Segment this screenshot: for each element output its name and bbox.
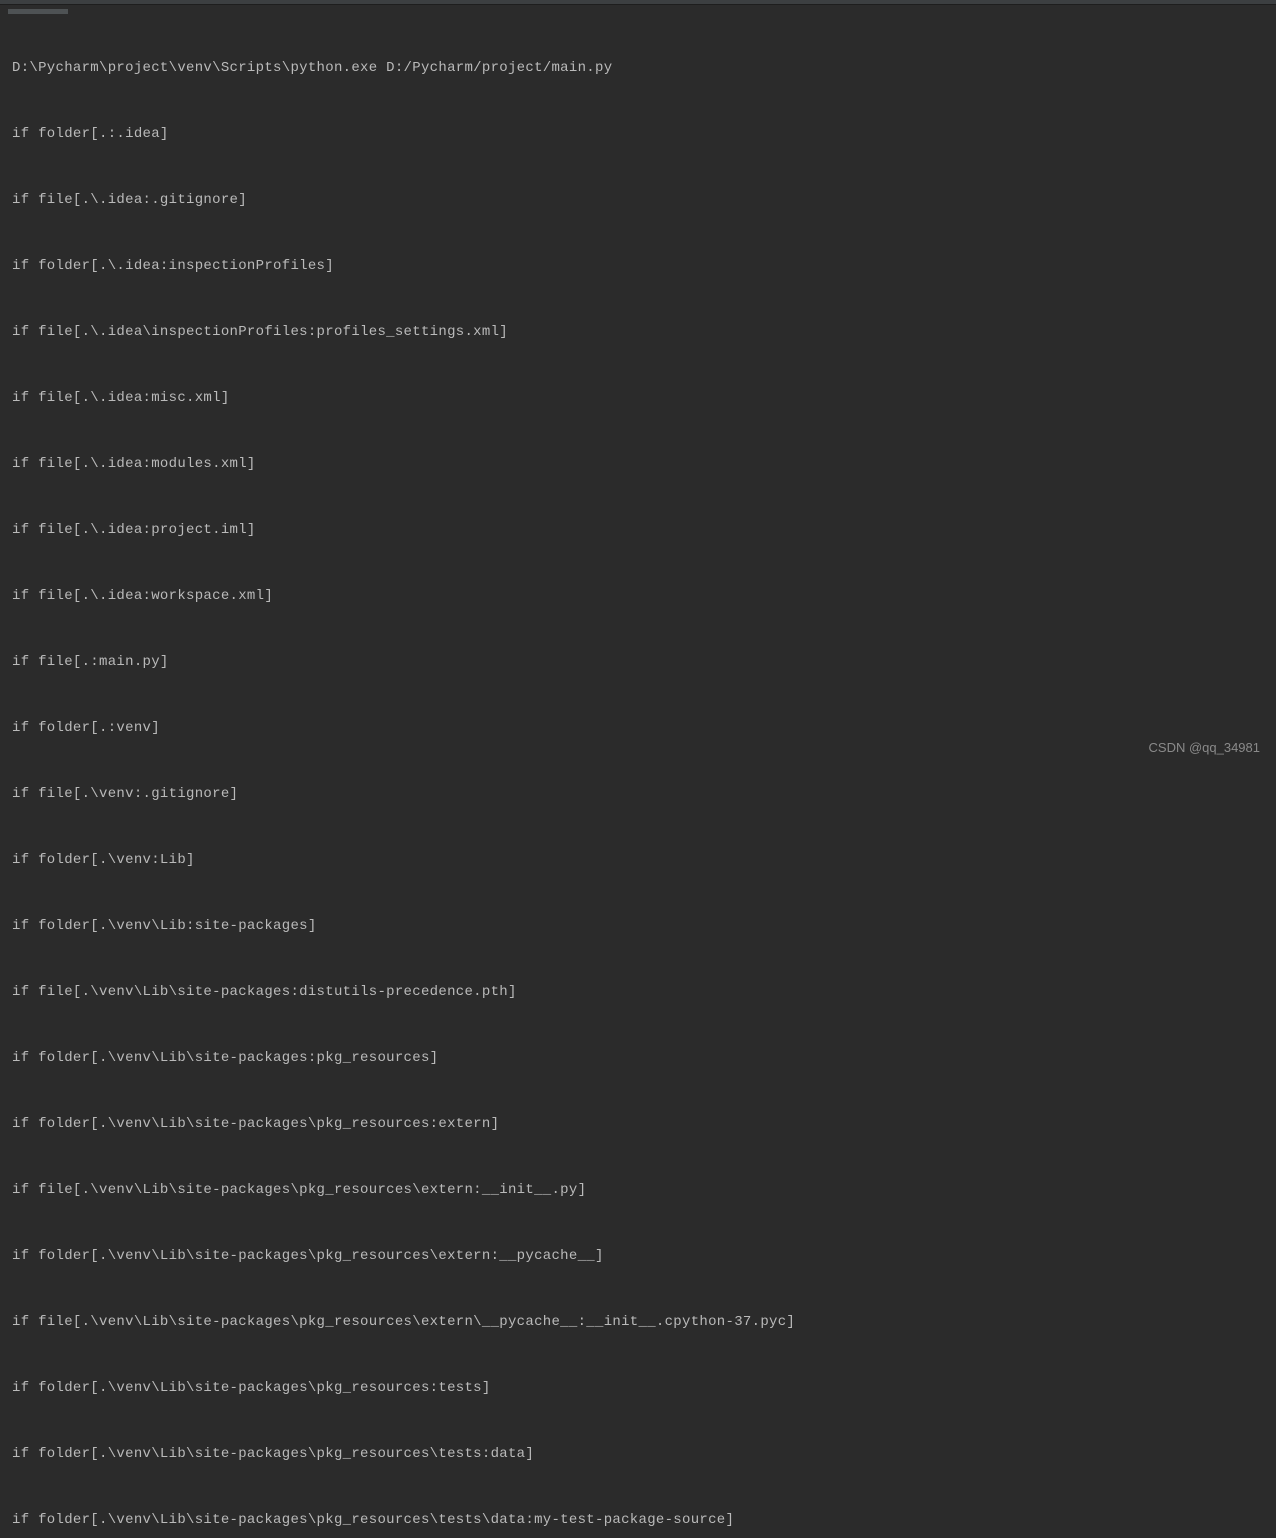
- console-line: if file[.\.idea:modules.xml]: [12, 453, 1264, 475]
- console-line: if folder[.:venv]: [12, 717, 1264, 739]
- top-bar-segment: [8, 9, 68, 14]
- watermark: CSDN @qq_34981: [1149, 737, 1260, 759]
- console-line: if file[.\venv\Lib\site-packages\pkg_res…: [12, 1311, 1264, 1333]
- console-line: if file[.\.idea:project.iml]: [12, 519, 1264, 541]
- console-line: if folder[.\venv\Lib:site-packages]: [12, 915, 1264, 937]
- console-line: if file[.\venv:.gitignore]: [12, 783, 1264, 805]
- console-line: if folder[.\venv\Lib\site-packages\pkg_r…: [12, 1509, 1264, 1531]
- console-line: if file[.\.idea:workspace.xml]: [12, 585, 1264, 607]
- console-line: if folder[.\venv\Lib\site-packages\pkg_r…: [12, 1113, 1264, 1135]
- console-output[interactable]: D:\Pycharm\project\venv\Scripts\python.e…: [0, 5, 1276, 1538]
- console-line: if folder[.:.idea]: [12, 123, 1264, 145]
- console-line: if folder[.\.idea:inspectionProfiles]: [12, 255, 1264, 277]
- console-line: if file[.\.idea:.gitignore]: [12, 189, 1264, 211]
- console-line: if folder[.\venv\Lib\site-packages:pkg_r…: [12, 1047, 1264, 1069]
- console-line: if folder[.\venv:Lib]: [12, 849, 1264, 871]
- console-line: if folder[.\venv\Lib\site-packages\pkg_r…: [12, 1245, 1264, 1267]
- console-line: if folder[.\venv\Lib\site-packages\pkg_r…: [12, 1443, 1264, 1465]
- console-line: if file[.\venv\Lib\site-packages:distuti…: [12, 981, 1264, 1003]
- console-line: if file[.\venv\Lib\site-packages\pkg_res…: [12, 1179, 1264, 1201]
- console-line: if folder[.\venv\Lib\site-packages\pkg_r…: [12, 1377, 1264, 1399]
- console-line: if file[.:main.py]: [12, 651, 1264, 673]
- console-line: D:\Pycharm\project\venv\Scripts\python.e…: [12, 57, 1264, 79]
- console-line: if file[.\.idea:misc.xml]: [12, 387, 1264, 409]
- console-line: if file[.\.idea\inspectionProfiles:profi…: [12, 321, 1264, 343]
